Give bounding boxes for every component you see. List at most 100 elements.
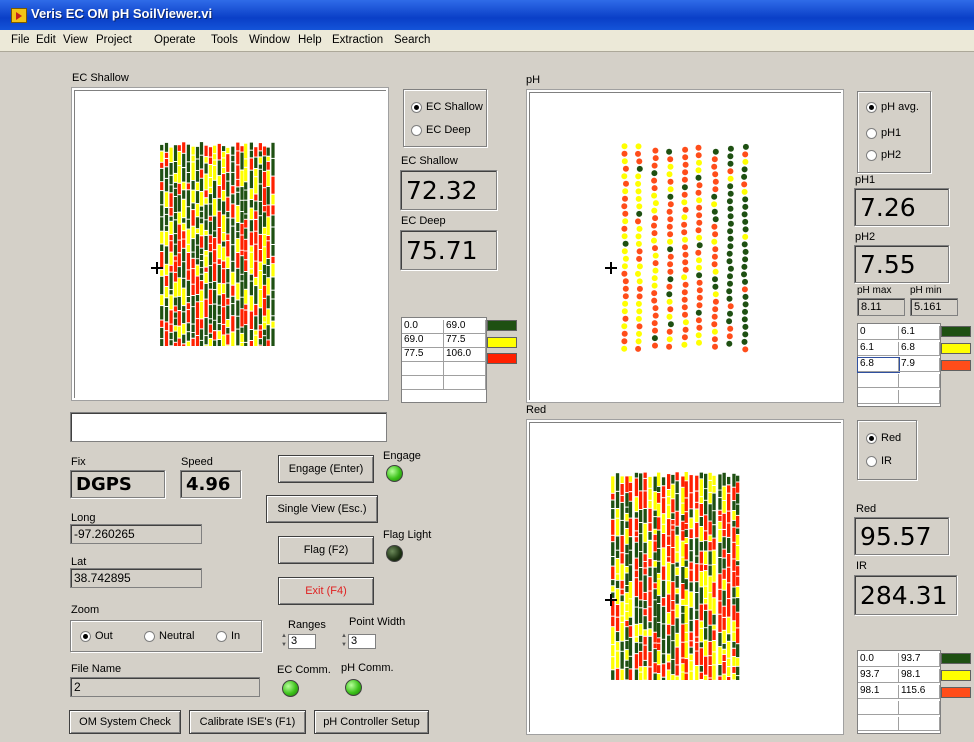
red-range-min-2[interactable]: 93.7 bbox=[858, 669, 899, 683]
ec-deep-radio[interactable]: EC Deep bbox=[411, 124, 471, 136]
map-sample-segment bbox=[718, 521, 722, 530]
ec-range-min-1[interactable]: 0.0 bbox=[402, 320, 444, 334]
menu-help[interactable]: Help bbox=[298, 34, 322, 46]
map-sample-segment bbox=[262, 298, 267, 316]
map-sample-segment bbox=[231, 332, 235, 346]
menu-file[interactable]: File bbox=[11, 34, 30, 46]
ph-range-min-3[interactable]: 6.8 bbox=[857, 357, 900, 373]
ph-range-min-1[interactable]: 0 bbox=[858, 326, 899, 340]
ph-range-table[interactable]: 0 6.1 6.1 6.8 6.8 7.9 bbox=[857, 323, 941, 407]
map-sample-segment bbox=[254, 177, 258, 194]
ec-low-color-swatch[interactable] bbox=[487, 320, 517, 331]
status-message-field[interactable] bbox=[70, 412, 387, 442]
map-sample-segment bbox=[182, 288, 186, 306]
ph-controller-setup-button[interactable]: pH Controller Setup bbox=[314, 710, 429, 734]
ec-mid-color-swatch[interactable] bbox=[487, 337, 517, 348]
calibrate-ises-button[interactable]: Calibrate ISE's (F1) bbox=[189, 710, 306, 734]
flag-button[interactable]: Flag (F2) bbox=[278, 536, 374, 564]
ec-range-max-1[interactable]: 69.0 bbox=[444, 320, 486, 334]
ec-range-table[interactable]: 0.0 69.0 69.0 77.5 77.5 106.0 bbox=[401, 317, 487, 403]
ph-low-color-swatch[interactable] bbox=[941, 326, 971, 337]
ph2-radio-label: pH2 bbox=[881, 149, 902, 161]
ph2-radio[interactable]: pH2 bbox=[866, 149, 901, 161]
ec-range-max-3[interactable]: 106.0 bbox=[444, 348, 486, 362]
zoom-out-radio[interactable]: Out bbox=[80, 630, 113, 642]
ranges-stepper[interactable]: ▲ ▼ 3 bbox=[280, 632, 316, 650]
ranges-input[interactable]: 3 bbox=[288, 633, 316, 649]
map-sample-segment bbox=[611, 580, 615, 586]
red-low-color-swatch[interactable] bbox=[941, 653, 971, 664]
ec-range-min-2[interactable]: 69.0 bbox=[402, 334, 444, 348]
point-width-input[interactable]: 3 bbox=[348, 633, 376, 649]
map-sample-segment bbox=[249, 158, 253, 170]
ph-mid-color-swatch[interactable] bbox=[941, 343, 971, 354]
engage-button[interactable]: Engage (Enter) bbox=[278, 455, 374, 483]
ph-range-max-2[interactable]: 6.8 bbox=[899, 342, 940, 356]
radio-selected-icon bbox=[80, 630, 91, 642]
single-view-button[interactable]: Single View (Esc.) bbox=[266, 495, 378, 523]
ec-range-max-2[interactable]: 77.5 bbox=[444, 334, 486, 348]
ec-shallow-radio[interactable]: EC Shallow bbox=[411, 101, 483, 113]
menu-operate[interactable]: Operate bbox=[154, 34, 196, 46]
ec-high-color-swatch[interactable] bbox=[487, 353, 517, 364]
ec-range-min-3[interactable]: 77.5 bbox=[402, 348, 444, 362]
ph-avg-radio[interactable]: pH avg. bbox=[866, 101, 919, 113]
map-sample-segment bbox=[712, 493, 716, 511]
map-sample-point bbox=[742, 346, 749, 353]
red-range-min-1[interactable]: 0.0 bbox=[858, 653, 899, 667]
ph-map[interactable] bbox=[527, 90, 843, 402]
ph-range-min-2[interactable]: 6.1 bbox=[858, 342, 899, 356]
map-sample-segment bbox=[718, 510, 722, 515]
ir-radio[interactable]: IR bbox=[866, 455, 892, 467]
stepper-arrows-icon[interactable]: ▲ ▼ bbox=[280, 632, 288, 650]
map-sample-point bbox=[681, 334, 688, 341]
menu-extraction[interactable]: Extraction bbox=[332, 34, 383, 46]
red-range-min-3[interactable]: 98.1 bbox=[858, 685, 899, 699]
menu-edit[interactable]: Edit bbox=[36, 34, 56, 46]
map-sample-segment bbox=[732, 542, 736, 559]
menu-search[interactable]: Search bbox=[394, 34, 430, 46]
red-range-max-1[interactable]: 93.7 bbox=[899, 653, 940, 667]
stepper-arrows-icon[interactable]: ▲ ▼ bbox=[340, 632, 348, 650]
map-sample-point bbox=[636, 278, 643, 285]
ph-high-color-swatch[interactable] bbox=[941, 360, 971, 371]
file-name-value[interactable]: 2 bbox=[70, 677, 260, 697]
map-sample-segment bbox=[266, 147, 270, 156]
map-sample-segment bbox=[249, 142, 253, 150]
ec-shallow-map[interactable] bbox=[72, 88, 388, 400]
red-high-color-swatch[interactable] bbox=[941, 687, 971, 698]
map-sample-segment bbox=[732, 501, 736, 510]
map-sample-segment bbox=[657, 595, 661, 603]
exit-button[interactable]: Exit (F4) bbox=[278, 577, 374, 605]
map-sample-point bbox=[651, 297, 658, 304]
zoom-in-radio[interactable]: In bbox=[216, 630, 240, 642]
map-sample-point bbox=[666, 336, 673, 343]
map-sample-segment bbox=[695, 538, 699, 556]
map-sample-segment bbox=[708, 625, 712, 641]
map-sample-segment bbox=[625, 660, 629, 667]
map-sample-segment bbox=[262, 171, 267, 188]
map-sample-segment bbox=[704, 571, 708, 586]
red-mid-color-swatch[interactable] bbox=[941, 670, 971, 681]
menu-project[interactable]: Project bbox=[96, 34, 132, 46]
map-sample-segment bbox=[611, 493, 615, 500]
red-range-table[interactable]: 0.0 93.7 93.7 98.1 98.1 115.6 bbox=[857, 650, 941, 734]
menu-view[interactable]: View bbox=[63, 34, 88, 46]
red-map[interactable] bbox=[527, 420, 843, 734]
ph1-radio[interactable]: pH1 bbox=[866, 127, 901, 139]
red-radio[interactable]: Red bbox=[866, 432, 901, 444]
map-sample-segment bbox=[699, 564, 703, 571]
om-system-check-button[interactable]: OM System Check bbox=[69, 710, 181, 734]
point-width-stepper[interactable]: ▲ ▼ 3 bbox=[340, 632, 376, 650]
menu-window[interactable]: Window bbox=[249, 34, 290, 46]
zoom-neutral-radio[interactable]: Neutral bbox=[144, 630, 194, 642]
red-range-max-3[interactable]: 115.6 bbox=[899, 685, 940, 699]
ph-range-max-1[interactable]: 6.1 bbox=[899, 326, 940, 340]
map-sample-segment bbox=[217, 211, 221, 227]
map-sample-segment bbox=[657, 548, 661, 561]
flag-light-label: Flag Light bbox=[383, 529, 432, 541]
menu-tools[interactable]: Tools bbox=[211, 34, 238, 46]
ph-range-max-3[interactable]: 7.9 bbox=[899, 358, 940, 372]
red-range-max-2[interactable]: 98.1 bbox=[899, 669, 940, 683]
map-sample-point bbox=[682, 281, 689, 288]
